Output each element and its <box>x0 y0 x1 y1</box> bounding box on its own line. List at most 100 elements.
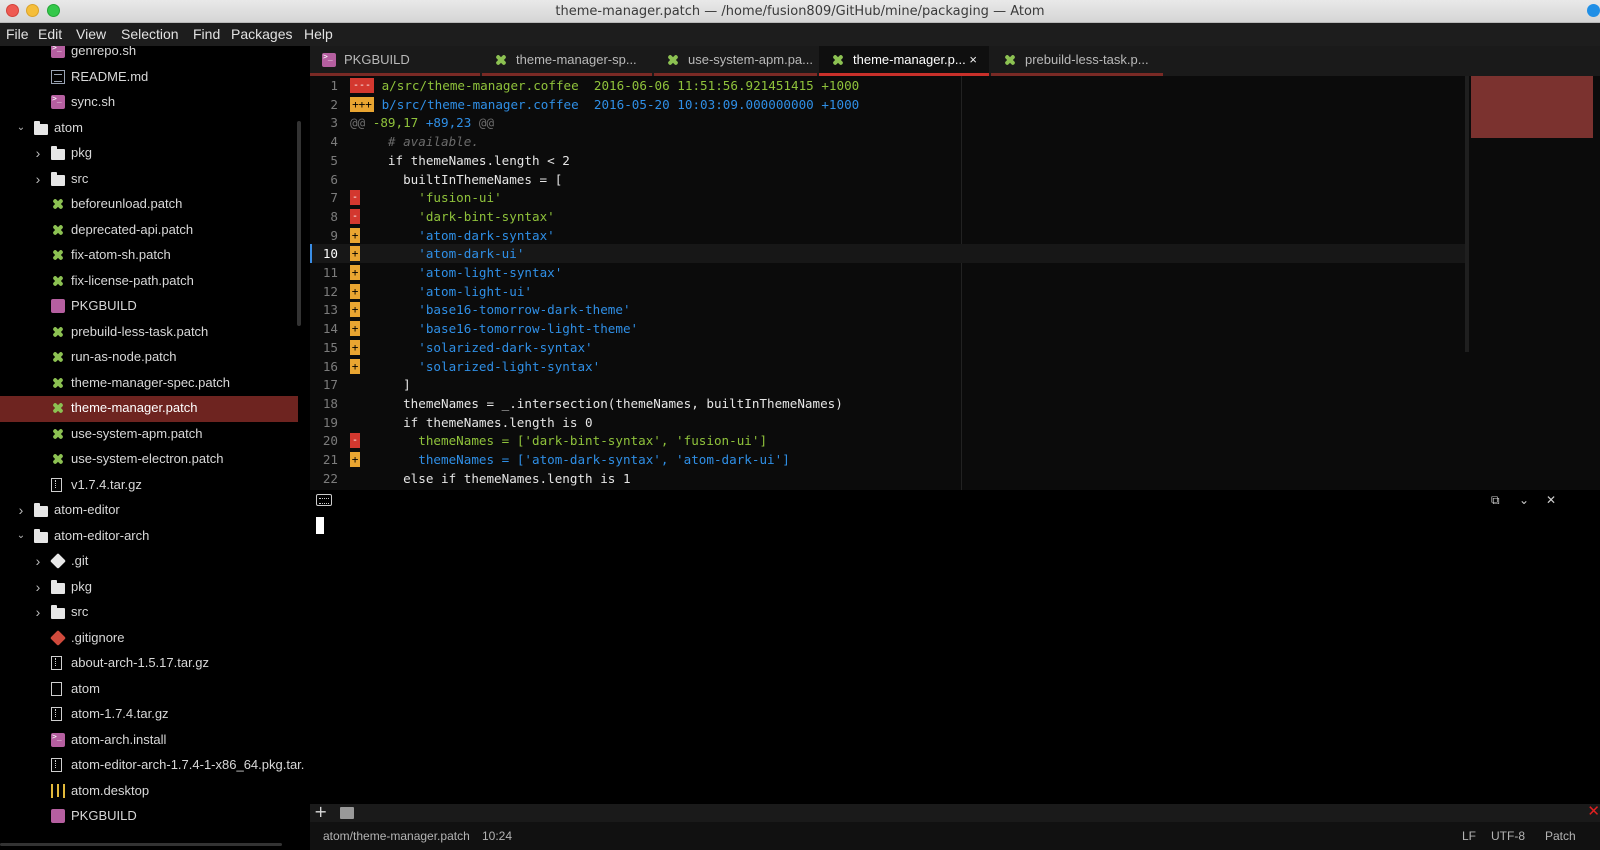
tree-horizontal-scrollbar[interactable] <box>0 843 282 846</box>
code-line[interactable]: 3 @@ -89,17 +89,23 @@ <box>310 113 1465 132</box>
tab-2[interactable]: use-system-apm.pa... <box>654 46 817 76</box>
tree-item[interactable]: ⌄ atom-editor-arch <box>0 524 298 550</box>
tab-label: PKGBUILD <box>344 52 410 67</box>
code-line[interactable]: 5 if themeNames.length < 2 <box>310 151 1465 170</box>
code-line[interactable]: 4 # available. <box>310 132 1465 151</box>
code-line[interactable]: 20- themeNames = ['dark-bint-syntax', 'f… <box>310 431 1465 450</box>
tree-item[interactable]: ⌄ atom <box>0 116 298 142</box>
keyboard-icon[interactable] <box>316 494 332 506</box>
close-tab-icon[interactable]: × <box>969 52 977 67</box>
tree-item[interactable]: genrepo.sh <box>0 46 298 65</box>
folder-icon <box>34 120 48 135</box>
status-grammar[interactable]: Patch <box>1545 829 1576 843</box>
code-line[interactable]: 1 --- a/src/theme-manager.coffee 2016-06-… <box>310 76 1465 95</box>
tree-item[interactable]: › pkg <box>0 575 298 601</box>
tree-item[interactable]: v1.7.4.tar.gz <box>0 473 298 499</box>
tree-item[interactable]: atom-editor-arch-1.7.4-1-x86_64.pkg.tar.… <box>0 753 304 779</box>
tree-item[interactable]: about-arch-1.5.17.tar.gz <box>0 651 298 677</box>
menu-view[interactable]: View <box>76 26 106 42</box>
code-line[interactable]: 16 + 'solarized-light-syntax' <box>310 357 1465 376</box>
status-line-ending[interactable]: LF <box>1462 829 1476 843</box>
tree-item[interactable]: theme-manager.patch <box>0 396 298 422</box>
tree-scrollbar[interactable] <box>297 121 301 326</box>
tree-item[interactable]: use-system-electron.patch <box>0 447 298 473</box>
chevron-right-icon[interactable]: › <box>33 605 43 619</box>
code-line[interactable]: 10 + 'atom-dark-ui' <box>310 244 1465 264</box>
code-line[interactable]: 19 if themeNames.length is 0 <box>310 413 1465 432</box>
menu-bar: File Edit View Selection Find Packages H… <box>0 23 1600 46</box>
code-line[interactable]: 6 builtInThemeNames = [ <box>310 170 1465 189</box>
code-line[interactable]: 9 + 'atom-dark-syntax' <box>310 226 1465 245</box>
notification-icon[interactable] <box>1587 4 1600 17</box>
close-panel-icon[interactable]: ✕ <box>1546 493 1556 507</box>
tree-item[interactable]: atom-1.7.4.tar.gz <box>0 702 298 728</box>
code-text: themeNames = ['dark-bint-syntax', 'fusio… <box>357 433 768 449</box>
chevron-right-icon[interactable]: › <box>33 172 43 186</box>
tab-4[interactable]: prebuild-less-task.p... <box>991 46 1163 76</box>
menu-file[interactable]: File <box>6 26 29 42</box>
tree-item[interactable]: › src <box>0 167 298 193</box>
chevron-right-icon[interactable]: › <box>16 503 26 517</box>
tree-item[interactable]: fix-license-path.patch <box>0 269 298 295</box>
tree-item[interactable]: atom <box>0 677 298 703</box>
terminal-icon[interactable] <box>340 807 354 819</box>
minimap[interactable] <box>1471 76 1593 138</box>
menu-find[interactable]: Find <box>193 26 220 42</box>
terminal-toolbar: + ✕ <box>310 802 1600 822</box>
tree-item[interactable]: PKGBUILD <box>0 804 298 830</box>
menu-edit[interactable]: Edit <box>38 26 62 42</box>
status-cursor-position[interactable]: 10:24 <box>482 829 512 843</box>
chevron-right-icon[interactable]: › <box>33 146 43 160</box>
menu-help[interactable]: Help <box>304 26 333 42</box>
code-line[interactable]: 17 ] <box>310 375 1465 394</box>
tree-item[interactable]: use-system-apm.patch <box>0 422 298 448</box>
tab-0[interactable]: PKGBUILD <box>310 46 480 76</box>
code-line[interactable]: 11 + 'atom-light-syntax' <box>310 263 1465 282</box>
tree-item[interactable]: README.md <box>0 65 298 91</box>
status-encoding[interactable]: UTF-8 <box>1491 829 1525 843</box>
tree-item-label: fix-license-path.patch <box>71 272 194 288</box>
tree-item[interactable]: PKGBUILD <box>0 294 298 320</box>
new-terminal-icon[interactable]: + <box>314 802 327 821</box>
terminal-panel[interactable] <box>310 512 1600 804</box>
tree-item[interactable]: › pkg <box>0 141 298 167</box>
code-editor[interactable]: 1 --- a/src/theme-manager.coffee 2016-06-… <box>310 76 1600 490</box>
tree-item[interactable]: run-as-node.patch <box>0 345 298 371</box>
code-line[interactable]: 21 + themeNames = ['atom-dark-syntax', 'a… <box>310 450 1465 469</box>
menu-packages[interactable]: Packages <box>231 26 292 42</box>
maximize-panel-icon[interactable]: ⧉ <box>1491 493 1500 508</box>
tab-3[interactable]: theme-manager.p... × <box>819 46 989 76</box>
tab-1[interactable]: theme-manager-sp... <box>482 46 652 76</box>
close-terminals-icon[interactable]: ✕ <box>1587 802 1600 820</box>
code-line[interactable]: 13 + 'base16-tomorrow-dark-theme' <box>310 300 1465 319</box>
code-line[interactable]: 22 else if themeNames.length is 1 <box>310 469 1465 488</box>
code-line[interactable]: 15 + 'solarized-dark-syntax' <box>310 338 1465 357</box>
editor-scrollbar[interactable] <box>1465 76 1469 352</box>
chevron-down-icon[interactable]: ⌄ <box>1519 493 1529 507</box>
tree-item[interactable]: atom.desktop <box>0 779 298 805</box>
chevron-right-icon[interactable]: › <box>33 580 43 594</box>
tree-item[interactable]: sync.sh <box>0 90 298 116</box>
tree-item[interactable]: atom-arch.install <box>0 728 298 754</box>
tree-item-label: beforeunload.patch <box>71 196 183 211</box>
chevron-down-icon[interactable]: ⌄ <box>16 121 26 135</box>
chevron-down-icon[interactable]: ⌄ <box>16 529 26 543</box>
menu-selection[interactable]: Selection <box>121 26 179 42</box>
status-file-path[interactable]: atom/theme-manager.patch <box>323 829 470 843</box>
code-line[interactable]: 8- 'dark-bint-syntax' <box>310 207 1465 226</box>
tree-item[interactable]: beforeunload.patch <box>0 192 298 218</box>
tree-item[interactable]: › atom-editor <box>0 498 298 524</box>
code-line[interactable]: 7- 'fusion-ui' <box>310 188 1465 207</box>
code-line[interactable]: 18 themeNames = _.intersection(themeName… <box>310 394 1465 413</box>
tree-item[interactable]: fix-atom-sh.patch <box>0 243 298 269</box>
chevron-right-icon[interactable]: › <box>33 554 43 568</box>
code-line[interactable]: 14 + 'base16-tomorrow-light-theme' <box>310 319 1465 338</box>
code-line[interactable]: 2 +++ b/src/theme-manager.coffee 2016-05-… <box>310 95 1465 114</box>
code-line[interactable]: 12 + 'atom-light-ui' <box>310 282 1465 301</box>
tree-item[interactable]: theme-manager-spec.patch <box>0 371 298 397</box>
tree-item[interactable]: › src <box>0 600 298 626</box>
tree-item[interactable]: deprecated-api.patch <box>0 218 298 244</box>
tree-item[interactable]: .gitignore <box>0 626 298 652</box>
tree-item[interactable]: prebuild-less-task.patch <box>0 320 298 346</box>
tree-item[interactable]: › .git <box>0 549 298 575</box>
